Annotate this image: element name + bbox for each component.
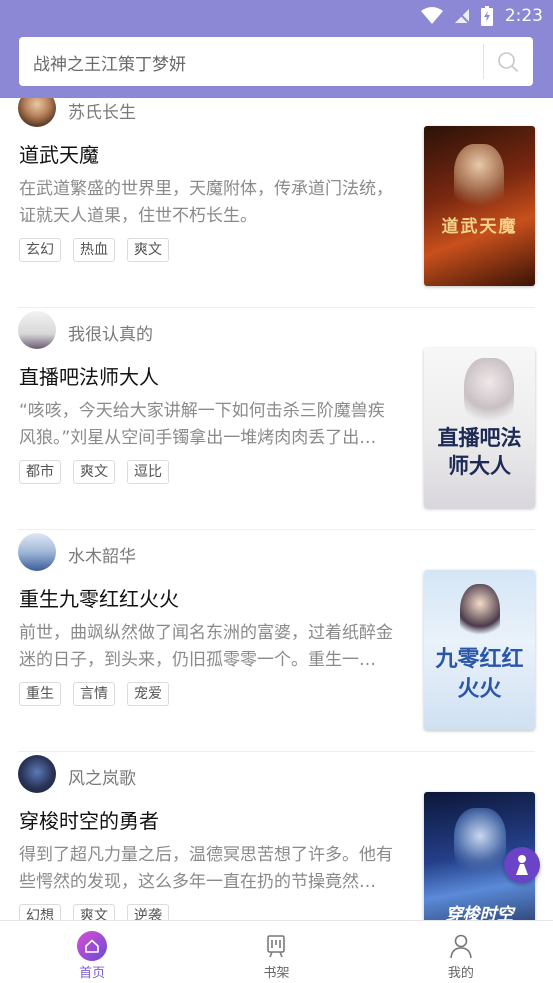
book-description: 得到了超凡力量之后，温德冥思苦想了许多。他有些愕然的发现，这么多年一直在扔的节操…	[19, 845, 393, 892]
bottom-navigation: 首页 书架 我的	[0, 920, 553, 983]
author-name: 风之岚歌	[68, 769, 136, 789]
book-cover[interactable]: 直播吧法师大人	[424, 348, 535, 508]
nav-item-home[interactable]: 首页	[0, 921, 184, 983]
book-card[interactable]: 风之岚歌 穿梭时空的勇者 得到了超凡力量之后，温德冥思苦想了许多。他有些愕然的发…	[0, 752, 553, 920]
tag: 爽文	[127, 238, 169, 262]
cover-title: 穿梭时空	[445, 905, 514, 920]
author-avatar	[18, 311, 56, 349]
book-title: 道武天魔	[19, 143, 99, 167]
author-name: 水木韶华	[68, 547, 136, 567]
search-icon[interactable]	[497, 51, 519, 73]
book-cover[interactable]: 九零红红火火	[424, 570, 535, 730]
tag-list: 重生 言情 宠爱	[19, 682, 169, 706]
tag: 宠爱	[127, 682, 169, 706]
bookshelf-icon	[267, 935, 286, 958]
book-card[interactable]: 我很认真的 直播吧法师大人 “咳咳，今天给大家讲解一下如何击杀三阶魔兽疾风狼。”…	[0, 308, 553, 530]
tag: 玄幻	[19, 238, 61, 262]
tag: 爽文	[73, 460, 115, 484]
tag: 逆袭	[127, 904, 169, 920]
nav-label: 我的	[447, 966, 474, 981]
search-divider	[483, 44, 484, 79]
author-avatar	[18, 755, 56, 793]
author-avatar	[18, 533, 56, 571]
author-name: 我很认真的	[68, 325, 153, 345]
person-icon	[516, 855, 528, 875]
nav-label: 书架	[263, 966, 290, 981]
nav-item-profile[interactable]: 我的	[369, 921, 553, 983]
tag: 都市	[19, 460, 61, 484]
tag: 爽文	[73, 904, 115, 920]
profile-icon	[450, 934, 472, 959]
status-time: 2:23	[504, 6, 543, 26]
status-bar: 2:23	[0, 0, 553, 32]
tag: 热血	[73, 238, 115, 262]
tag: 重生	[19, 682, 61, 706]
home-icon	[77, 931, 108, 961]
nav-label: 首页	[79, 966, 106, 981]
header: 战神之王江策丁梦妍	[0, 32, 553, 98]
status-icons: 2:23	[420, 4, 543, 28]
cover-title: 九零红红火火	[435, 646, 524, 702]
no-signal-icon	[453, 7, 471, 25]
cover-title: 道武天魔	[441, 217, 518, 237]
tag-list: 都市 爽文 逗比	[19, 460, 169, 484]
author-avatar	[18, 98, 56, 127]
search-box[interactable]: 战神之王江策丁梦妍	[19, 37, 533, 86]
cover-title: 直播吧法师大人	[437, 425, 522, 478]
tag: 言情	[73, 682, 115, 706]
book-title: 直播吧法师大人	[19, 365, 159, 389]
book-title: 穿梭时空的勇者	[19, 809, 159, 833]
book-feed[interactable]: 苏氏长生 道武天魔 在武道繁盛的世界里，天魔附体，传承道门法统，证就天人道果，住…	[0, 98, 553, 920]
nav-item-bookshelf[interactable]: 书架	[184, 921, 368, 983]
book-cover[interactable]: 道武天魔	[424, 126, 535, 286]
wifi-icon	[420, 7, 443, 24]
tag: 逗比	[127, 460, 169, 484]
book-title: 重生九零红红火火	[19, 587, 179, 611]
book-description: 在武道繁盛的世界里，天魔附体，传承道门法统，证就天人道果，住世不朽长生。	[19, 179, 393, 226]
search-input[interactable]: 战神之王江策丁梦妍	[33, 50, 186, 75]
author-name: 苏氏长生	[68, 103, 136, 123]
book-card[interactable]: 苏氏长生 道武天魔 在武道繁盛的世界里，天魔附体，传承道门法统，证就天人道果，住…	[0, 98, 553, 308]
book-card[interactable]: 水木韶华 重生九零红红火火 前世，曲飒纵然做了闻名东洲的富婆，过着纸醉金迷的日子…	[0, 530, 553, 752]
book-description: “咳咳，今天给大家讲解一下如何击杀三阶魔兽疾风狼。”刘星从空间手镯拿出一堆烤肉肉…	[19, 401, 385, 448]
tag-list: 玄幻 热血 爽文	[19, 238, 169, 262]
battery-icon	[480, 6, 493, 26]
book-description: 前世，曲飒纵然做了闻名东洲的富婆，过着纸醉金迷的日子，到头来，仍旧孤零零一个。重…	[19, 623, 393, 670]
floating-action-button[interactable]	[504, 847, 540, 883]
tag: 幻想	[19, 904, 61, 920]
tag-list: 幻想 爽文 逆袭	[19, 904, 169, 920]
